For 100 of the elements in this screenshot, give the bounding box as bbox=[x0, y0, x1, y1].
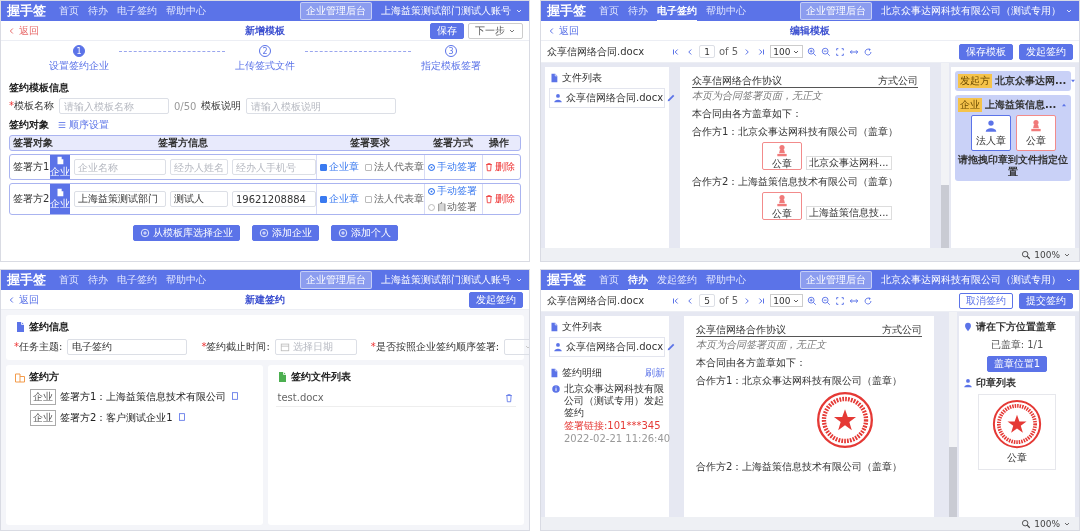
file-list-title: 文件列表 bbox=[562, 71, 602, 85]
field-label: *是否按照企业签约顺序签署: bbox=[370, 340, 500, 354]
document-header: 众享信网络合作协议 bbox=[692, 75, 782, 87]
checkbox[interactable]: 企业章 bbox=[320, 160, 359, 174]
nav-item[interactable]: 帮助中心 bbox=[706, 270, 746, 290]
section-title: 签约模板信息 bbox=[9, 81, 69, 95]
nav-item[interactable]: 帮助中心 bbox=[166, 1, 206, 21]
back-link[interactable]: 返回 bbox=[7, 23, 39, 38]
account-name[interactable]: 北京众事达网科技有限公司（测试专用） bbox=[881, 4, 1061, 18]
signer-tag: 企业 bbox=[958, 98, 982, 112]
admin-console-button[interactable]: 企业管理后台 bbox=[300, 2, 372, 20]
text-field[interactable]: 电子签约 bbox=[67, 339, 188, 355]
back-link[interactable]: 返回 bbox=[547, 23, 579, 38]
nav-item[interactable]: 首页 bbox=[599, 270, 619, 290]
card-title: 签约信息 bbox=[29, 320, 69, 334]
text-field[interactable]: 19621208884 bbox=[232, 191, 316, 207]
seal-placeholder[interactable]: 公章 bbox=[762, 192, 802, 220]
nav-item[interactable]: 待办 bbox=[88, 1, 108, 21]
page-title: 新增模板 bbox=[245, 23, 285, 38]
add-party-button[interactable]: 添加个人 bbox=[330, 225, 398, 241]
checkbox[interactable]: 法人代表章 bbox=[365, 160, 424, 174]
app-logo[interactable]: 握手签 bbox=[547, 2, 586, 20]
delete-link[interactable]: 删除 bbox=[484, 160, 515, 174]
date-field[interactable]: 选择日期 bbox=[274, 339, 357, 355]
radio-button[interactable]: 手动签署 bbox=[428, 160, 477, 174]
nav-item[interactable]: 首页 bbox=[599, 1, 619, 21]
signer-label: 签署方2 bbox=[13, 192, 50, 206]
checkbox[interactable]: 企业章 bbox=[320, 192, 359, 206]
page-number-field[interactable]: 5 bbox=[699, 294, 715, 307]
zoom-select[interactable]: 100 bbox=[770, 45, 804, 58]
seal-caption: 上海益策信息技... bbox=[806, 206, 892, 220]
next-step-button[interactable]: 下一步 bbox=[468, 22, 523, 39]
stamp-position-button[interactable]: 盖章位置1 bbox=[986, 356, 1048, 372]
signer-tag: 发起方 bbox=[958, 74, 992, 88]
back-link[interactable]: 返回 bbox=[7, 292, 39, 307]
card-title: 签约方 bbox=[29, 370, 59, 384]
account-name[interactable]: 北京众事达网科技有限公司（测试专用） bbox=[881, 273, 1061, 287]
party-signature-line: 合作方1：北京众事达网科技有限公司（盖章） bbox=[696, 375, 904, 387]
zoom-select[interactable]: 100 bbox=[770, 294, 804, 307]
action-button[interactable]: 发起签约 bbox=[469, 291, 523, 308]
delete-link[interactable]: 删除 bbox=[484, 192, 515, 206]
nav-item[interactable]: 首页 bbox=[59, 1, 79, 21]
nav-item[interactable]: 电子签约 bbox=[117, 1, 157, 21]
checkbox[interactable]: 法人代表章 bbox=[365, 192, 424, 206]
nav-item[interactable]: 电子签约 bbox=[657, 1, 697, 21]
text-field[interactable]: 请输入模板名称 bbox=[59, 98, 169, 114]
text-field[interactable]: 测试人 bbox=[170, 191, 228, 207]
account-name[interactable]: 上海益策测试部门测试人账号 bbox=[381, 273, 511, 287]
party-name: 签署方1：上海益策信息技术有限公司 bbox=[60, 390, 227, 404]
document-note: 本页为合同签署页面，无正文 bbox=[692, 90, 824, 102]
add-party-button[interactable]: 从模板库选择企业 bbox=[132, 225, 240, 241]
nav-item[interactable]: 首页 bbox=[59, 270, 79, 290]
text-field[interactable]: 请输入模板说明 bbox=[246, 98, 397, 114]
nav-item[interactable]: 待办 bbox=[628, 1, 648, 21]
field-label: 模板说明 bbox=[201, 99, 242, 113]
account-name[interactable]: 上海益策测试部门测试人账号 bbox=[381, 4, 511, 18]
app-logo[interactable]: 握手签 bbox=[7, 271, 46, 289]
nav-item[interactable]: 发起签约 bbox=[657, 270, 697, 290]
text-field[interactable]: 企业名称 bbox=[74, 159, 166, 175]
app-logo[interactable]: 握手签 bbox=[547, 271, 586, 289]
text-field[interactable]: 经办人姓名 bbox=[170, 159, 228, 175]
page-number-field[interactable]: 1 bbox=[699, 45, 715, 58]
file-name: 众享信网络合同.docx bbox=[566, 340, 664, 354]
radio-button[interactable]: 自动签署 bbox=[428, 200, 477, 214]
add-party-button[interactable]: 添加企业 bbox=[251, 225, 319, 241]
nav-item[interactable]: 待办 bbox=[628, 270, 648, 290]
admin-console-button[interactable]: 企业管理后台 bbox=[300, 271, 372, 289]
admin-console-button[interactable]: 企业管理后台 bbox=[800, 271, 872, 289]
action-button[interactable]: 发起签约 bbox=[1019, 43, 1073, 60]
detail-text: 北京众事达网科技有限公司（测试专用）发起签约 bbox=[564, 383, 665, 419]
seal-option[interactable]: 公章 bbox=[1015, 115, 1056, 151]
timestamp: 2022-02-21 11:26:40 bbox=[564, 433, 671, 445]
nav-item[interactable]: 帮助中心 bbox=[166, 270, 206, 290]
action-button[interactable]: 保存模板 bbox=[959, 43, 1013, 60]
column-header: 签署要求 bbox=[349, 136, 391, 150]
drag-hint: 请拖拽印章到文件指定位置 bbox=[958, 154, 1068, 178]
nav-item[interactable]: 待办 bbox=[88, 270, 108, 290]
admin-console-button[interactable]: 企业管理后台 bbox=[800, 2, 872, 20]
signer-card[interactable]: 企业 上海益策信息... 法人章 公章 请拖拽印章到文件指定位置 bbox=[955, 95, 1071, 181]
action-button[interactable]: 提交签约 bbox=[1019, 292, 1073, 309]
seal-option[interactable]: 法人章 bbox=[970, 115, 1011, 151]
radio-button[interactable]: 手动签署 bbox=[428, 184, 477, 198]
document-note: 本页为合同签署页面，无正文 bbox=[696, 339, 828, 351]
text-field[interactable]: 经办人手机号 bbox=[232, 159, 316, 175]
stamp-instruction: 请在下方位置盖章 bbox=[976, 320, 1056, 334]
step-label: 指定模板签署 bbox=[421, 59, 481, 73]
action-button[interactable]: 取消签约 bbox=[959, 292, 1013, 309]
nav-item[interactable]: 电子签约 bbox=[117, 270, 157, 290]
step-number: 2 bbox=[259, 45, 271, 57]
refresh-link[interactable]: 刷新 bbox=[645, 366, 665, 380]
app-logo[interactable]: 握手签 bbox=[7, 2, 46, 20]
party-signature-line: 合作方1：北京众事达网科技有限公司（盖章） bbox=[692, 126, 900, 138]
step-number: 3 bbox=[445, 45, 457, 57]
action-button[interactable]: 保存 bbox=[430, 22, 464, 39]
document-header: 方式公司 bbox=[882, 324, 922, 336]
text-field[interactable]: 上海益策测试部门 bbox=[74, 191, 166, 207]
order-settings-link[interactable]: 顺序设置 bbox=[57, 118, 109, 132]
seal-placeholder[interactable]: 公章 bbox=[762, 142, 802, 170]
nav-item[interactable]: 帮助中心 bbox=[706, 1, 746, 21]
seal-card[interactable]: 公章 bbox=[978, 394, 1056, 470]
